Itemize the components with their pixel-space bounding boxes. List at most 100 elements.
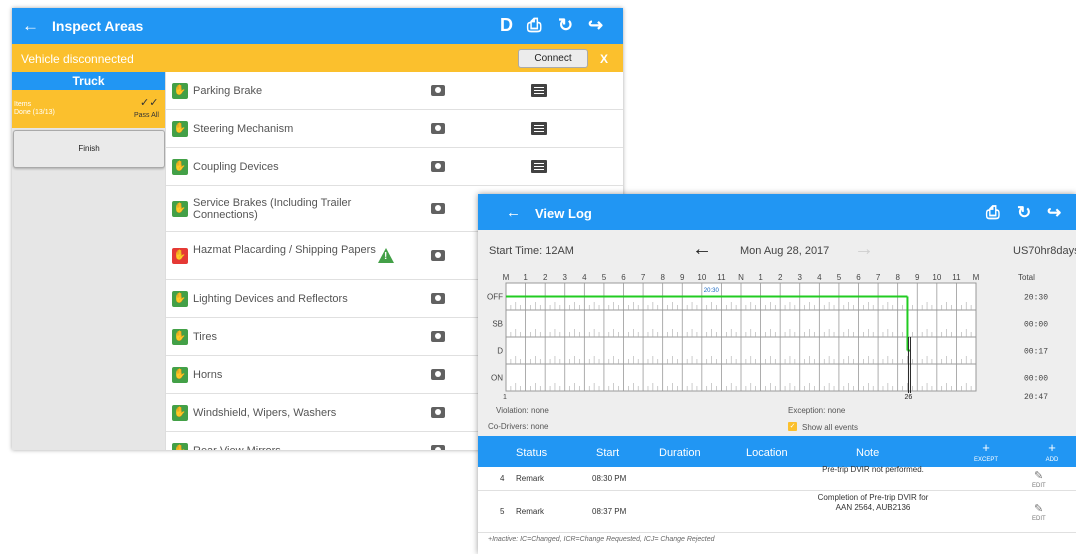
screen-title: View Log <box>535 206 592 221</box>
pass-thumb-icon[interactable]: ✋ <box>172 329 188 345</box>
hour-tick-label: 6 <box>856 273 861 282</box>
graph-row-label: ON <box>491 374 503 383</box>
previous-day-arrow-icon[interactable]: ← <box>692 238 712 261</box>
next-day-arrow-icon[interactable]: → <box>854 238 874 261</box>
graph-row-label: SB <box>492 320 503 329</box>
area-label: Service Brakes (Including Trailer Connec… <box>193 197 352 221</box>
hour-tick-label: 8 <box>895 273 900 282</box>
row-total: 20:47 <box>1024 393 1048 400</box>
table-row[interactable]: 5 Remark 08:37 PM Completion of Pre-trip DV… <box>478 491 1076 533</box>
camera-icon[interactable] <box>431 123 445 134</box>
codrivers-text: Co-Drivers: none <box>488 422 549 431</box>
close-banner-button[interactable]: X <box>600 52 608 66</box>
hour-tick-label: 3 <box>798 273 803 282</box>
edit-pencil-icon[interactable]: ✎ <box>1034 469 1043 482</box>
items-label: Items <box>14 101 32 108</box>
camera-icon[interactable] <box>431 85 445 96</box>
log-date-header: Start Time: 12AM ← Mon Aug 28, 2017 → US… <box>478 230 1076 270</box>
hour-tick-label: M <box>503 273 510 282</box>
graph-row-label: OFF <box>487 293 503 302</box>
note-icon[interactable] <box>531 122 547 135</box>
area-label: Hazmat Placarding / Shipping Papers <box>193 244 376 256</box>
camera-icon[interactable] <box>431 407 445 418</box>
hour-tick-label: 1 <box>523 273 528 282</box>
list-item[interactable]: ✋ Coupling Devices <box>166 148 623 186</box>
camera-icon[interactable] <box>431 293 445 304</box>
log-graph: M 1 2 3 4 5 6 7 8 9 10 11 N 1 2 3 4 5 6 7 8 9 10 11 M OFF SB D ON Tot… <box>478 270 1076 402</box>
row-note: Pre-trip DVIR not performed. <box>822 465 924 474</box>
logout-icon[interactable]: ↪ <box>1047 203 1061 223</box>
sync-device-icon[interactable]: ⎙ <box>986 203 1000 223</box>
hour-tick-label: 1 <box>758 273 763 282</box>
hour-tick-label: 11 <box>952 273 961 282</box>
add-exception-icon[interactable]: + <box>966 440 1006 455</box>
items-summary: Items Done (13/13) ✓✓ Pass All <box>12 90 165 128</box>
row-number: 4 <box>500 474 505 483</box>
show-all-checkbox[interactable]: ✓ <box>788 422 797 431</box>
driver-mode-button[interactable]: D <box>500 15 513 36</box>
edit-button[interactable]: EDIT <box>1032 516 1046 522</box>
col-duration: Duration <box>659 447 701 459</box>
hour-tick-label: 9 <box>680 273 685 282</box>
back-arrow-icon[interactable]: ← <box>506 204 521 221</box>
violation-text: Violation: none <box>496 406 549 415</box>
edit-pencil-icon[interactable]: ✎ <box>1034 502 1043 515</box>
except-button[interactable]: EXCEPT <box>966 457 1006 463</box>
items-count: Done (13/13) <box>14 109 55 116</box>
hour-tick-label: 7 <box>876 273 881 282</box>
note-icon[interactable] <box>531 160 547 173</box>
list-item[interactable]: ✋ Parking Brake <box>166 72 623 110</box>
logout-icon[interactable]: ↪ <box>588 15 603 36</box>
pass-thumb-icon[interactable]: ✋ <box>172 367 188 383</box>
add-event-icon[interactable]: + <box>1032 440 1072 455</box>
camera-icon[interactable] <box>431 445 445 450</box>
pass-thumb-icon[interactable]: ✋ <box>172 121 188 137</box>
cycle-rule: US70hr8days <box>1013 245 1076 257</box>
table-row[interactable]: 4 Remark 08:30 PM Pre-trip DVIR not perform… <box>478 465 1076 491</box>
row-status: Remark <box>516 474 545 483</box>
pass-all-button[interactable]: Pass All <box>134 112 159 119</box>
col-note: Note <box>856 447 880 459</box>
add-button[interactable]: ADD <box>1032 457 1072 463</box>
back-arrow-icon[interactable]: ← <box>22 16 39 36</box>
double-check-icon[interactable]: ✓✓ <box>140 96 158 109</box>
pass-thumb-icon[interactable]: ✋ <box>172 159 188 175</box>
camera-icon[interactable] <box>431 250 445 261</box>
pass-thumb-icon[interactable]: ✋ <box>172 405 188 421</box>
camera-icon[interactable] <box>431 161 445 172</box>
connect-button[interactable]: Connect <box>518 49 588 68</box>
sync-device-icon[interactable]: ⎙ <box>527 15 541 36</box>
hour-tick-label: 4 <box>817 273 822 282</box>
refresh-icon[interactable]: ↻ <box>558 15 573 36</box>
hour-tick-label: 5 <box>837 273 842 282</box>
pass-thumb-icon[interactable]: ✋ <box>172 83 188 99</box>
edit-button[interactable]: EDIT <box>1032 483 1046 489</box>
log-info: Violation: none Co-Drivers: none Excepti… <box>478 400 1076 436</box>
col-status: Status <box>516 447 548 459</box>
banner-message: Vehicle disconnected <box>21 52 134 66</box>
camera-icon[interactable] <box>431 369 445 380</box>
hour-tick-label: N <box>738 273 744 282</box>
hour-tick-label: 10 <box>932 273 941 282</box>
camera-icon[interactable] <box>431 331 445 342</box>
row-number: 5 <box>500 507 505 516</box>
row-total: 00:17 <box>1024 348 1048 357</box>
pass-thumb-icon[interactable]: ✋ <box>172 201 188 217</box>
list-item[interactable]: ✋ Steering Mechanism <box>166 110 623 148</box>
camera-icon[interactable] <box>431 203 445 214</box>
defect-thumb-icon[interactable]: ✋ <box>172 248 188 264</box>
pass-thumb-icon[interactable]: ✋ <box>172 443 188 450</box>
warning-icon: ! <box>378 248 394 263</box>
refresh-icon[interactable]: ↻ <box>1017 203 1031 223</box>
sidebar-header-truck[interactable]: Truck <box>12 72 165 90</box>
screen-title: Inspect Areas <box>52 18 144 34</box>
hour-tick-label: 11 <box>717 273 726 282</box>
row-total: 20:30 <box>1024 294 1048 303</box>
log-graph-svg: M 1 2 3 4 5 6 7 8 9 10 11 N 1 2 3 4 5 6 7 8 9 10 11 M OFF SB D ON Tot… <box>487 273 1048 402</box>
note-icon[interactable] <box>531 84 547 97</box>
finish-button[interactable]: Finish <box>13 130 165 168</box>
row-status: Remark <box>516 507 545 516</box>
row-start: 08:37 PM <box>592 507 627 516</box>
log-date: Mon Aug 28, 2017 <box>740 245 830 257</box>
pass-thumb-icon[interactable]: ✋ <box>172 291 188 307</box>
